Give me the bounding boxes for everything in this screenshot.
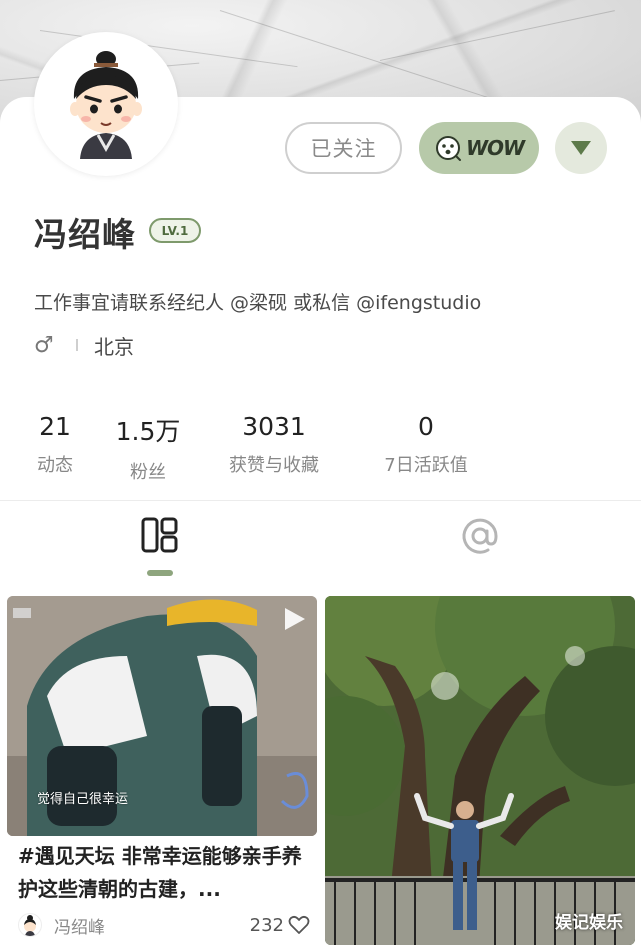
- heart-icon: [288, 915, 310, 934]
- profile-meta: ♂ 北京: [34, 330, 134, 360]
- level-badge: LV.1: [149, 218, 201, 243]
- more-options-button[interactable]: [555, 122, 607, 174]
- post-author: 冯绍峰: [54, 917, 105, 938]
- video-caption: 觉得自己很幸运: [37, 792, 129, 807]
- triangle-down-icon: [571, 141, 591, 155]
- like-control[interactable]: 232: [250, 915, 310, 936]
- profile-bio: 工作事宜请联系经纪人 @梁砚 或私信 @ifengstudio: [34, 292, 482, 314]
- stat-followers-label: 粉丝: [130, 462, 166, 483]
- post-card-video[interactable]: 觉得自己很幸运: [7, 596, 317, 836]
- wow-button-label: WOW: [465, 136, 525, 160]
- follow-button-label: 已关注: [310, 137, 377, 161]
- post-footer: 冯绍峰 232: [18, 910, 310, 940]
- post-card-image[interactable]: 娱记娱乐: [325, 596, 635, 945]
- profile-city: 北京: [94, 334, 134, 359]
- watermark-text: 娱记娱乐: [555, 913, 623, 933]
- grid-icon: [141, 517, 178, 553]
- stat-posts-label: 动态: [37, 455, 73, 476]
- active-tab-indicator: [147, 570, 173, 576]
- follow-button[interactable]: 已关注: [285, 122, 402, 174]
- section-divider: [0, 500, 641, 501]
- post-photo: [325, 596, 635, 945]
- stat-likes-collections[interactable]: 3031 获赞与收藏: [218, 412, 330, 477]
- stat-followers-value: 1.5万: [115, 417, 181, 446]
- play-icon: [285, 608, 305, 630]
- profile-name: 冯绍峰: [34, 215, 136, 254]
- cartoon-avatar-icon: [24, 915, 36, 936]
- wow-face-icon: [435, 136, 461, 161]
- male-gender-icon: ♂: [34, 332, 54, 358]
- stat-followers[interactable]: 1.5万 粉丝: [110, 412, 186, 484]
- tab-mentions[interactable]: [450, 515, 510, 575]
- stat-likes-collections-value: 3031: [242, 412, 306, 441]
- at-icon: [462, 518, 498, 554]
- post-title[interactable]: #遇见天坛 非常幸运能够亲手养护这些清朝的古建，...: [18, 840, 318, 906]
- tab-posts-grid[interactable]: [130, 515, 190, 575]
- like-count: 232: [249, 914, 284, 936]
- author-avatar[interactable]: [18, 913, 42, 937]
- stat-activity-label: 7日活跃值: [384, 455, 468, 476]
- stat-posts-value: 21: [39, 412, 71, 441]
- wow-button[interactable]: WOW: [419, 122, 539, 174]
- profile-avatar[interactable]: [34, 32, 178, 176]
- meta-separator: [76, 339, 78, 351]
- cartoon-avatar-icon: [70, 51, 142, 159]
- stat-likes-collections-label: 获赞与收藏: [229, 455, 319, 476]
- stat-activity[interactable]: 0 7日活跃值: [372, 412, 480, 477]
- stat-activity-value: 0: [418, 412, 434, 441]
- stat-posts[interactable]: 21 动态: [34, 412, 76, 477]
